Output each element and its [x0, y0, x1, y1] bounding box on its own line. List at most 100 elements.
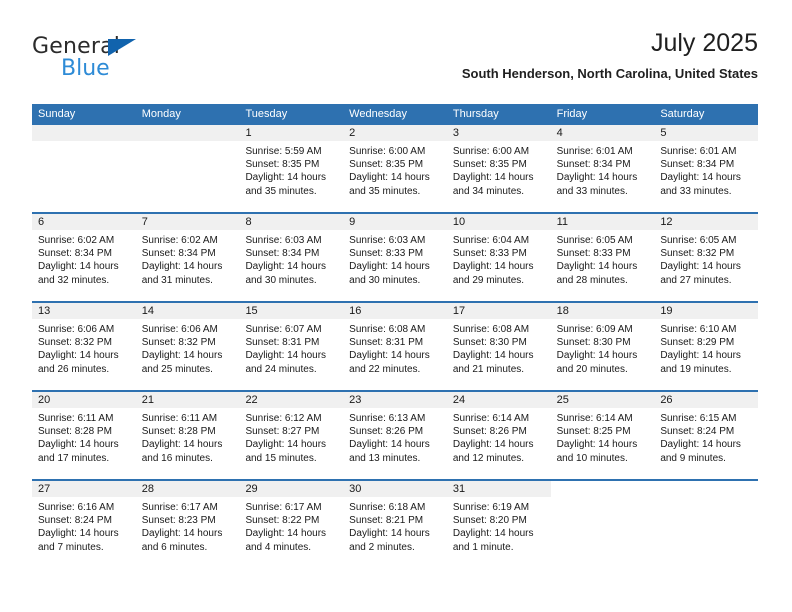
title-block: July 2025 South Henderson, North Carolin…: [462, 28, 758, 82]
day-details: Sunrise: 6:10 AM Sunset: 8:29 PM Daylight:…: [654, 319, 758, 376]
day-cell[interactable]: 17 Sunrise: 6:08 AM Sunset: 8:30 PM Dayligh…: [446, 303, 551, 390]
day-cell[interactable]: 3 Sunrise: 6:00 AM Sunset: 8:35 PM Daylight…: [446, 125, 551, 212]
calendar-weeks: 1 Sunrise: 5:59 AM Sunset: 8:35 PM Daylight…: [32, 125, 759, 570]
day-cell[interactable]: 8 Sunrise: 6:03 AM Sunset: 8:34 PM Daylight…: [239, 214, 344, 301]
sunrise-text: Sunrise: 6:07 AM: [245, 324, 322, 335]
day-cell[interactable]: 1 Sunrise: 5:59 AM Sunset: 8:35 PM Daylight…: [239, 125, 344, 212]
day-details: Sunrise: 6:03 AM Sunset: 8:33 PM Daylight:…: [343, 230, 447, 287]
day-cell[interactable]: 27 Sunrise: 6:16 AM Sunset: 8:24 PM Dayligh…: [32, 481, 136, 570]
sunset-text: Sunset: 8:33 PM: [556, 248, 631, 260]
daylight-text: Daylight: 14 hours and 16 minutes.: [141, 439, 223, 464]
daylight-text: Daylight: 14 hours and 29 minutes.: [452, 261, 534, 286]
day-cell[interactable]: 14 Sunrise: 6:06 AM Sunset: 8:32 PM Dayligh…: [135, 303, 240, 390]
day-cell[interactable]: 12 Sunrise: 6:05 AM Sunset: 8:32 PM Dayligh…: [654, 214, 759, 301]
day-cell[interactable]: 30 Sunrise: 6:18 AM Sunset: 8:21 PM Dayligh…: [343, 481, 447, 570]
sunrise-text: Sunrise: 6:06 AM: [38, 324, 115, 335]
day-number: 5: [654, 125, 759, 141]
daylight-text: Daylight: 14 hours and 24 minutes.: [245, 350, 327, 375]
day-details: Sunrise: 6:14 AM Sunset: 8:25 PM Daylight:…: [551, 408, 655, 465]
day-cell[interactable]: 5 Sunrise: 6:01 AM Sunset: 8:34 PM Daylight…: [654, 125, 759, 212]
day-number: 16: [343, 303, 447, 319]
day-number: 30: [343, 481, 447, 497]
daylight-text: Daylight: 14 hours and 1 minute.: [452, 528, 534, 553]
sunrise-text: Sunrise: 6:03 AM: [349, 235, 426, 246]
location-subtitle: South Henderson, North Carolina, United …: [461, 66, 758, 81]
day-cell[interactable]: 13 Sunrise: 6:06 AM Sunset: 8:32 PM Dayligh…: [32, 303, 136, 390]
day-cell[interactable]: 15 Sunrise: 6:07 AM Sunset: 8:31 PM Dayligh…: [239, 303, 344, 390]
day-cell[interactable]: 20 Sunrise: 6:11 AM Sunset: 8:28 PM Dayligh…: [32, 392, 136, 479]
calendar-week-row: 13 Sunrise: 6:06 AM Sunset: 8:32 PM Dayligh…: [32, 303, 759, 392]
day-details: Sunrise: 6:05 AM Sunset: 8:32 PM Daylight:…: [654, 230, 758, 287]
day-details: Sunrise: 6:07 AM Sunset: 8:31 PM Daylight:…: [239, 319, 343, 376]
day-cell[interactable]: 21 Sunrise: 6:11 AM Sunset: 8:28 PM Dayligh…: [135, 392, 240, 479]
sunset-text: Sunset: 8:26 PM: [452, 426, 527, 438]
day-number: 14: [135, 303, 240, 319]
page-title: July 2025: [650, 29, 758, 57]
calendar-week-row: 27 Sunrise: 6:16 AM Sunset: 8:24 PM Dayligh…: [32, 481, 759, 570]
day-cell-empty: [135, 125, 240, 212]
daylight-text: Daylight: 14 hours and 33 minutes.: [556, 172, 638, 197]
sunrise-text: Sunrise: 6:01 AM: [556, 146, 633, 157]
sunset-text: Sunset: 8:33 PM: [349, 248, 424, 260]
day-cell[interactable]: 29 Sunrise: 6:17 AM Sunset: 8:22 PM Dayligh…: [239, 481, 344, 570]
day-number: 8: [239, 214, 344, 230]
day-details: Sunrise: 6:05 AM Sunset: 8:33 PM Daylight:…: [551, 230, 655, 287]
day-cell[interactable]: 22 Sunrise: 6:12 AM Sunset: 8:27 PM Dayligh…: [239, 392, 344, 479]
daylight-text: Daylight: 14 hours and 27 minutes.: [660, 261, 741, 286]
day-cell[interactable]: 2 Sunrise: 6:00 AM Sunset: 8:35 PM Daylight…: [343, 125, 447, 212]
day-cell[interactable]: 31 Sunrise: 6:19 AM Sunset: 8:20 PM Dayligh…: [446, 481, 551, 570]
sunset-text: Sunset: 8:35 PM: [349, 159, 424, 171]
sunrise-text: Sunrise: 6:17 AM: [245, 502, 322, 513]
day-number: 12: [654, 214, 759, 230]
sunset-text: Sunset: 8:31 PM: [349, 337, 424, 349]
day-number: 2: [343, 125, 447, 141]
day-cell[interactable]: 18 Sunrise: 6:09 AM Sunset: 8:30 PM Dayligh…: [550, 303, 655, 390]
daylight-text: Daylight: 14 hours and 10 minutes.: [556, 439, 638, 464]
day-number: 17: [446, 303, 551, 319]
day-cell-empty: [32, 125, 136, 212]
sunset-text: Sunset: 8:28 PM: [141, 426, 216, 438]
day-cell[interactable]: 9 Sunrise: 6:03 AM Sunset: 8:33 PM Daylight…: [343, 214, 447, 301]
weekday-header-friday: Friday: [556, 108, 588, 120]
day-cell[interactable]: 16 Sunrise: 6:08 AM Sunset: 8:31 PM Dayligh…: [343, 303, 447, 390]
day-cell[interactable]: 4 Sunrise: 6:01 AM Sunset: 8:34 PM Daylight…: [550, 125, 655, 212]
day-details: Sunrise: 6:08 AM Sunset: 8:31 PM Daylight:…: [343, 319, 447, 376]
logo-triangle-icon: [108, 39, 136, 56]
day-cell[interactable]: 11 Sunrise: 6:05 AM Sunset: 8:33 PM Dayligh…: [550, 214, 655, 301]
daylight-text: Daylight: 14 hours and 28 minutes.: [556, 261, 638, 286]
sunset-text: Sunset: 8:28 PM: [38, 426, 112, 438]
daylight-text: Daylight: 14 hours and 19 minutes.: [660, 350, 741, 375]
daylight-text: Daylight: 14 hours and 9 minutes.: [660, 439, 741, 464]
day-cell[interactable]: 25 Sunrise: 6:14 AM Sunset: 8:25 PM Dayligh…: [550, 392, 655, 479]
day-details: Sunrise: 6:14 AM Sunset: 8:26 PM Daylight:…: [447, 408, 551, 465]
sunset-text: Sunset: 8:21 PM: [349, 515, 424, 527]
weekday-header-tuesday: Tuesday: [245, 108, 288, 120]
day-cell[interactable]: 26 Sunrise: 6:15 AM Sunset: 8:24 PM Dayligh…: [654, 392, 759, 479]
day-number: 29: [239, 481, 344, 497]
daylight-text: Daylight: 14 hours and 25 minutes.: [141, 350, 223, 375]
day-cell[interactable]: 19 Sunrise: 6:10 AM Sunset: 8:29 PM Dayligh…: [654, 303, 759, 390]
day-cell[interactable]: 7 Sunrise: 6:02 AM Sunset: 8:34 PM Daylight…: [135, 214, 240, 301]
sunrise-text: Sunrise: 6:00 AM: [349, 146, 426, 157]
day-details: Sunrise: 6:13 AM Sunset: 8:26 PM Daylight:…: [343, 408, 447, 465]
day-number: [135, 125, 240, 141]
day-details: Sunrise: 6:00 AM Sunset: 8:35 PM Daylight:…: [343, 141, 447, 198]
sunrise-text: Sunrise: 6:01 AM: [660, 146, 737, 157]
sunset-text: Sunset: 8:35 PM: [245, 159, 320, 171]
day-cell[interactable]: 28 Sunrise: 6:17 AM Sunset: 8:23 PM Dayligh…: [135, 481, 240, 570]
sunset-text: Sunset: 8:24 PM: [38, 515, 112, 527]
sunrise-text: Sunrise: 5:59 AM: [245, 146, 322, 157]
daylight-text: Daylight: 14 hours and 30 minutes.: [245, 261, 327, 286]
day-cell[interactable]: 10 Sunrise: 6:04 AM Sunset: 8:33 PM Dayligh…: [446, 214, 551, 301]
day-number: 24: [446, 392, 551, 408]
day-cell[interactable]: 23 Sunrise: 6:13 AM Sunset: 8:26 PM Dayligh…: [343, 392, 447, 479]
weekday-header-saturday: Saturday: [660, 108, 705, 120]
sunset-text: Sunset: 8:34 PM: [141, 248, 216, 260]
weekday-header-sunday: Sunday: [38, 108, 76, 120]
sunrise-text: Sunrise: 6:19 AM: [452, 502, 530, 513]
day-cell[interactable]: 6 Sunrise: 6:02 AM Sunset: 8:34 PM Daylight…: [32, 214, 136, 301]
sunset-text: Sunset: 8:30 PM: [556, 337, 631, 349]
daylight-text: Daylight: 14 hours and 4 minutes.: [245, 528, 327, 553]
daylight-text: Daylight: 14 hours and 34 minutes.: [452, 172, 534, 197]
day-cell[interactable]: 24 Sunrise: 6:14 AM Sunset: 8:26 PM Dayligh…: [446, 392, 551, 479]
